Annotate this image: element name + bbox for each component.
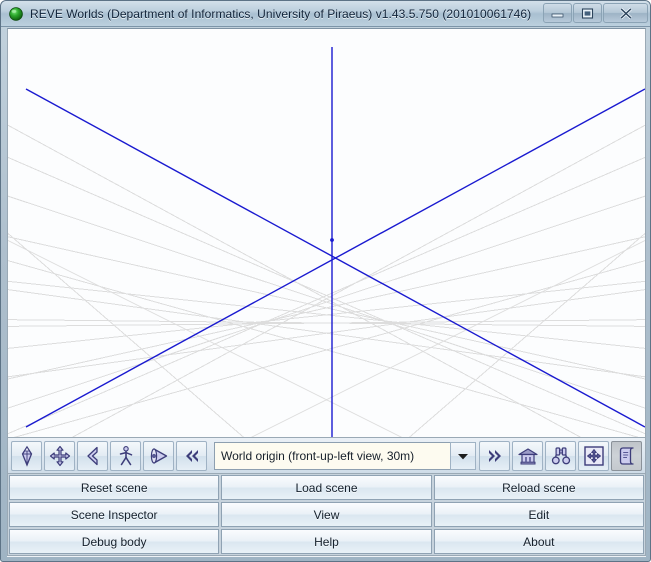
application-window: REVE Worlds (Department of Informatics, … xyxy=(0,0,651,562)
gem-rotate-icon xyxy=(21,445,32,467)
button-row: Debug body Help About xyxy=(8,528,645,555)
help-button[interactable]: Help xyxy=(221,529,432,554)
reset-scene-button[interactable]: Reset scene xyxy=(9,475,220,500)
next-view-button[interactable] xyxy=(479,440,510,471)
minimize-button[interactable] xyxy=(543,3,572,23)
camera-cone-icon xyxy=(150,447,167,464)
move-in-box-icon xyxy=(583,445,604,466)
camera-view-button[interactable] xyxy=(143,440,174,471)
binoculars-icon xyxy=(551,446,570,464)
scene-inspector-button[interactable]: Scene Inspector xyxy=(9,502,220,527)
script-console-button[interactable] xyxy=(611,440,642,471)
title-bar[interactable]: REVE Worlds (Department of Informatics, … xyxy=(1,1,650,27)
view-toolbar: World origin (front-up-left view, 30m) xyxy=(7,438,646,474)
rotate-tool-button[interactable] xyxy=(11,440,42,471)
walking-person-icon xyxy=(119,445,132,465)
previous-view-button[interactable] xyxy=(176,440,207,471)
fit-to-view-button[interactable] xyxy=(578,440,609,471)
green-sphere-icon xyxy=(9,6,23,21)
look-at-button[interactable] xyxy=(545,440,576,471)
about-button[interactable]: About xyxy=(433,529,644,554)
3d-scene-viewport[interactable] xyxy=(7,28,646,438)
debug-body-button[interactable]: Debug body xyxy=(9,529,220,554)
walk-mode-button[interactable] xyxy=(110,440,141,471)
house-icon xyxy=(517,447,538,465)
view-selector-combobox[interactable]: World origin (front-up-left view, 30m) xyxy=(214,441,476,470)
view-selector-dropdown-button[interactable] xyxy=(450,441,476,470)
command-button-grid: Reset scene Load scene Reload scene Scen… xyxy=(7,474,646,556)
edit-button[interactable]: Edit xyxy=(433,502,644,527)
pan-tool-button[interactable] xyxy=(44,440,75,471)
chevron-left-icon xyxy=(86,446,98,465)
view-selector-value[interactable]: World origin (front-up-left view, 30m) xyxy=(214,441,450,470)
back-arrow-button[interactable] xyxy=(77,440,108,471)
maximize-button[interactable] xyxy=(573,3,602,23)
four-way-arrows-icon xyxy=(49,445,70,466)
scene-grid-canvas xyxy=(8,29,645,437)
button-row: Reset scene Load scene Reload scene xyxy=(8,474,645,501)
home-view-button[interactable] xyxy=(512,440,543,471)
client-area: World origin (front-up-left view, 30m) R… xyxy=(7,28,646,557)
double-chevron-right-icon xyxy=(488,449,501,462)
button-row: Scene Inspector View Edit xyxy=(8,501,645,528)
double-chevron-left-icon xyxy=(185,449,198,462)
minimize-icon xyxy=(551,13,564,18)
maximize-icon xyxy=(581,7,594,19)
load-scene-button[interactable]: Load scene xyxy=(221,475,432,500)
reload-scene-button[interactable]: Reload scene xyxy=(433,475,644,500)
close-button[interactable] xyxy=(603,3,648,23)
window-title: REVE Worlds (Department of Informatics, … xyxy=(30,6,532,21)
close-icon xyxy=(619,7,632,19)
chevron-down-icon xyxy=(458,453,468,459)
scroll-icon xyxy=(619,446,634,465)
view-button[interactable]: View xyxy=(221,502,432,527)
window-controls xyxy=(543,3,648,23)
